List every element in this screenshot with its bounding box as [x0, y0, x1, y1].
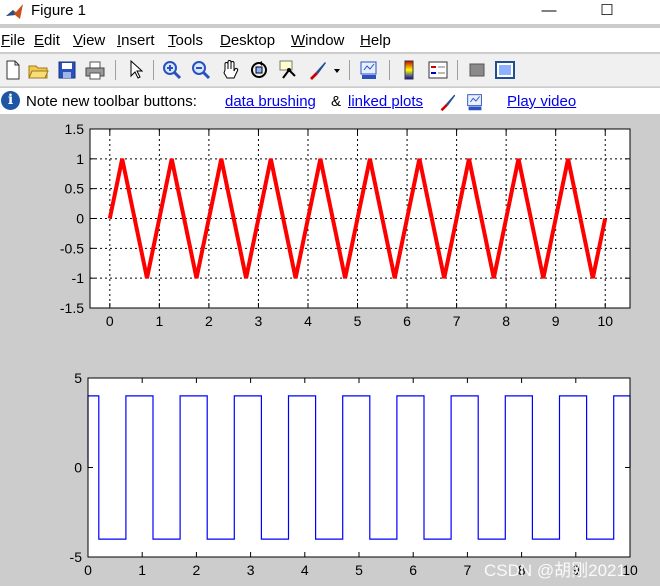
toolbar-note-bar: i Note new toolbar buttons: data brushin… [0, 88, 660, 114]
y-tick-label: 0 [74, 460, 82, 476]
y-tick-label: -5 [70, 549, 83, 565]
toolbar-separator [389, 60, 390, 80]
print-icon[interactable] [84, 58, 106, 82]
note-ampersand: & [331, 93, 342, 110]
brush-icon[interactable] [306, 58, 328, 82]
x-tick-label: 2 [193, 562, 201, 578]
x-tick-label: 0 [84, 562, 92, 578]
colorbar-icon[interactable] [398, 58, 420, 82]
x-tick-label: 4 [301, 562, 309, 578]
x-tick-label: 0 [106, 313, 114, 329]
x-tick-label: 7 [453, 313, 461, 329]
menu-window[interactable]: Window [291, 32, 344, 49]
note-text: Note new toolbar buttons: [26, 93, 197, 110]
new-file-icon[interactable] [2, 58, 24, 82]
play-video-link[interactable]: Play video [507, 93, 576, 110]
minimize-button[interactable]: — [526, 0, 572, 24]
x-tick-label: 8 [502, 313, 510, 329]
toolbar-separator [115, 60, 116, 80]
y-tick-label: 0.5 [65, 181, 85, 197]
zoom-out-icon[interactable] [190, 58, 212, 82]
data-cursor-icon[interactable] [277, 58, 299, 82]
x-tick-label: 10 [597, 313, 613, 329]
x-tick-label: 1 [138, 562, 146, 578]
legend-icon[interactable] [427, 58, 449, 82]
x-tick-label: 4 [304, 313, 312, 329]
menu-bar: File Edit View Insert Tools Desktop Wind… [0, 28, 660, 52]
link-plot-icon[interactable] [358, 58, 380, 82]
y-tick-label: 1.5 [65, 121, 85, 137]
toolbar-separator [153, 60, 154, 80]
hide-plot-tools-icon[interactable] [466, 58, 488, 82]
menu-edit[interactable]: Edit [34, 32, 60, 49]
menu-file[interactable]: File [1, 32, 25, 49]
menu-tools[interactable]: Tools [168, 32, 203, 49]
pan-hand-icon[interactable] [219, 58, 241, 82]
x-tick-label: 5 [355, 562, 363, 578]
brush-dropdown-icon[interactable] [331, 58, 343, 82]
window-title: Figure 1 [31, 2, 87, 19]
y-tick-label: -0.5 [60, 240, 84, 256]
info-icon: i [1, 91, 20, 110]
x-tick-label: 1 [155, 313, 163, 329]
open-folder-icon[interactable] [27, 58, 49, 82]
menu-insert[interactable]: Insert [117, 32, 155, 49]
toolbar-separator [457, 60, 458, 80]
rotate-3d-icon[interactable] [248, 58, 270, 82]
menu-view[interactable]: View [73, 32, 105, 49]
maximize-button[interactable]: ☐ [584, 0, 630, 24]
x-tick-label: 7 [464, 562, 472, 578]
title-bar: Figure 1 — ☐ [0, 0, 660, 24]
data-brushing-link[interactable]: data brushing [225, 93, 316, 110]
save-icon[interactable] [56, 58, 78, 82]
x-tick-label: 3 [255, 313, 263, 329]
linked-plots-link[interactable]: linked plots [348, 93, 423, 110]
watermark-text: CSDN @胡刚2021 [484, 561, 626, 580]
y-tick-label: 0 [76, 211, 84, 227]
plot-area-2 [88, 378, 630, 557]
x-tick-label: 3 [247, 562, 255, 578]
matlab-logo-icon [6, 4, 23, 19]
show-plot-tools-icon[interactable] [494, 58, 516, 82]
figure-toolbar [0, 54, 660, 87]
toolbar-separator [349, 60, 350, 80]
x-tick-label: 2 [205, 313, 213, 329]
x-tick-label: 5 [354, 313, 362, 329]
x-tick-label: 6 [409, 562, 417, 578]
x-tick-label: 6 [403, 313, 411, 329]
menu-desktop[interactable]: Desktop [220, 32, 275, 49]
link-plot-icon [467, 94, 482, 111]
y-tick-label: 5 [74, 370, 82, 386]
zoom-in-icon[interactable] [161, 58, 183, 82]
figure-canvas: 0 1 2 3 4 5 6 7 8 9 10-1.5-1-0.500.511.50 1 2 3 4 5 6 7 8 9… [60, 121, 638, 578]
y-tick-label: -1.5 [60, 300, 84, 316]
x-tick-label: 9 [552, 313, 560, 329]
y-tick-label: 1 [76, 151, 84, 167]
brush-icon [440, 94, 456, 112]
menu-help[interactable]: Help [360, 32, 391, 49]
y-tick-label: -1 [72, 270, 85, 286]
pointer-icon[interactable] [124, 58, 146, 82]
